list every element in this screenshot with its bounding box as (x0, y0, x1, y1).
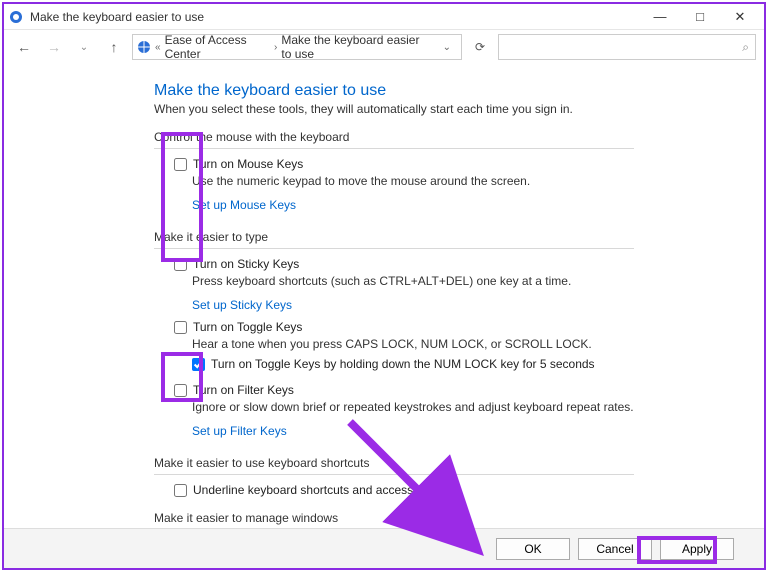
section-shortcuts: Make it easier to use keyboard shortcuts (154, 456, 634, 470)
section-easier-type: Make it easier to type (154, 230, 634, 244)
setup-sticky-keys-link[interactable]: Set up Sticky Keys (192, 298, 292, 312)
toggle-keys-checkbox-row[interactable]: Turn on Toggle Keys (154, 318, 764, 336)
section-control-mouse: Control the mouse with the keyboard (154, 130, 634, 144)
content-area: Make the keyboard easier to use When you… (4, 64, 764, 528)
mouse-keys-desc: Use the numeric keypad to move the mouse… (154, 173, 654, 192)
toggle-hold-numlock-checkbox[interactable] (192, 358, 205, 371)
filter-keys-checkbox-row[interactable]: Turn on Filter Keys (154, 381, 764, 399)
crumb-current[interactable]: Make the keyboard easier to use (281, 33, 432, 61)
footer: OK Cancel Apply (4, 528, 764, 568)
chevron-left-icon: « (155, 42, 161, 53)
sticky-keys-checkbox[interactable] (174, 258, 187, 271)
mouse-keys-checkbox[interactable] (174, 158, 187, 171)
apply-button[interactable]: Apply (660, 538, 734, 560)
cancel-button[interactable]: Cancel (578, 538, 652, 560)
search-box[interactable]: ⌕ (498, 34, 756, 60)
maximize-button[interactable]: □ (680, 5, 720, 29)
page-title: Make the keyboard easier to use (154, 82, 764, 100)
recent-locations-button[interactable]: ⌄ (72, 35, 96, 59)
close-button[interactable]: ✕ (720, 5, 760, 29)
section-manage-windows: Make it easier to manage windows (154, 511, 634, 525)
page-subtitle: When you select these tools, they will a… (154, 102, 764, 116)
back-button[interactable]: ← (12, 35, 36, 59)
mouse-keys-checkbox-row[interactable]: Turn on Mouse Keys (154, 155, 764, 173)
toggle-keys-checkbox[interactable] (174, 321, 187, 334)
up-button[interactable]: ↑ (102, 35, 126, 59)
underline-shortcuts-label: Underline keyboard shortcuts and access … (193, 483, 441, 497)
toggle-hold-numlock-checkbox-row[interactable]: Turn on Toggle Keys by holding down the … (154, 355, 764, 373)
location-icon (137, 39, 151, 55)
app-icon (8, 9, 24, 25)
ok-button[interactable]: OK (496, 538, 570, 560)
toggle-hold-numlock-label: Turn on Toggle Keys by holding down the … (211, 357, 595, 371)
filter-keys-label: Turn on Filter Keys (193, 383, 294, 397)
underline-shortcuts-checkbox-row[interactable]: Underline keyboard shortcuts and access … (154, 481, 764, 499)
crumb-separator: › (274, 42, 277, 53)
toggle-keys-desc: Hear a tone when you press CAPS LOCK, NU… (154, 336, 654, 355)
divider (154, 474, 634, 475)
window-title: Make the keyboard easier to use (30, 10, 640, 24)
navbar: ← → ⌄ ↑ « Ease of Access Center › Make t… (4, 30, 764, 64)
setup-filter-keys-link[interactable]: Set up Filter Keys (192, 424, 287, 438)
chevron-down-icon[interactable]: ⌄ (437, 42, 457, 53)
divider (154, 148, 634, 149)
minimize-button[interactable]: — (640, 5, 680, 29)
filter-keys-checkbox[interactable] (174, 384, 187, 397)
setup-mouse-keys-link[interactable]: Set up Mouse Keys (192, 198, 296, 212)
toggle-keys-label: Turn on Toggle Keys (193, 320, 302, 334)
sticky-keys-checkbox-row[interactable]: Turn on Sticky Keys (154, 255, 764, 273)
breadcrumb[interactable]: « Ease of Access Center › Make the keybo… (132, 34, 462, 60)
refresh-button[interactable]: ⟳ (468, 35, 492, 59)
sticky-keys-label: Turn on Sticky Keys (193, 257, 299, 271)
filter-keys-desc: Ignore or slow down brief or repeated ke… (154, 399, 654, 418)
forward-button[interactable]: → (42, 35, 66, 59)
search-icon: ⌕ (742, 40, 749, 55)
search-input[interactable] (505, 40, 742, 54)
crumb-parent[interactable]: Ease of Access Center (165, 33, 270, 61)
sticky-keys-desc: Press keyboard shortcuts (such as CTRL+A… (154, 273, 654, 292)
mouse-keys-label: Turn on Mouse Keys (193, 157, 303, 171)
underline-shortcuts-checkbox[interactable] (174, 484, 187, 497)
titlebar: Make the keyboard easier to use — □ ✕ (4, 4, 764, 30)
divider (154, 248, 634, 249)
